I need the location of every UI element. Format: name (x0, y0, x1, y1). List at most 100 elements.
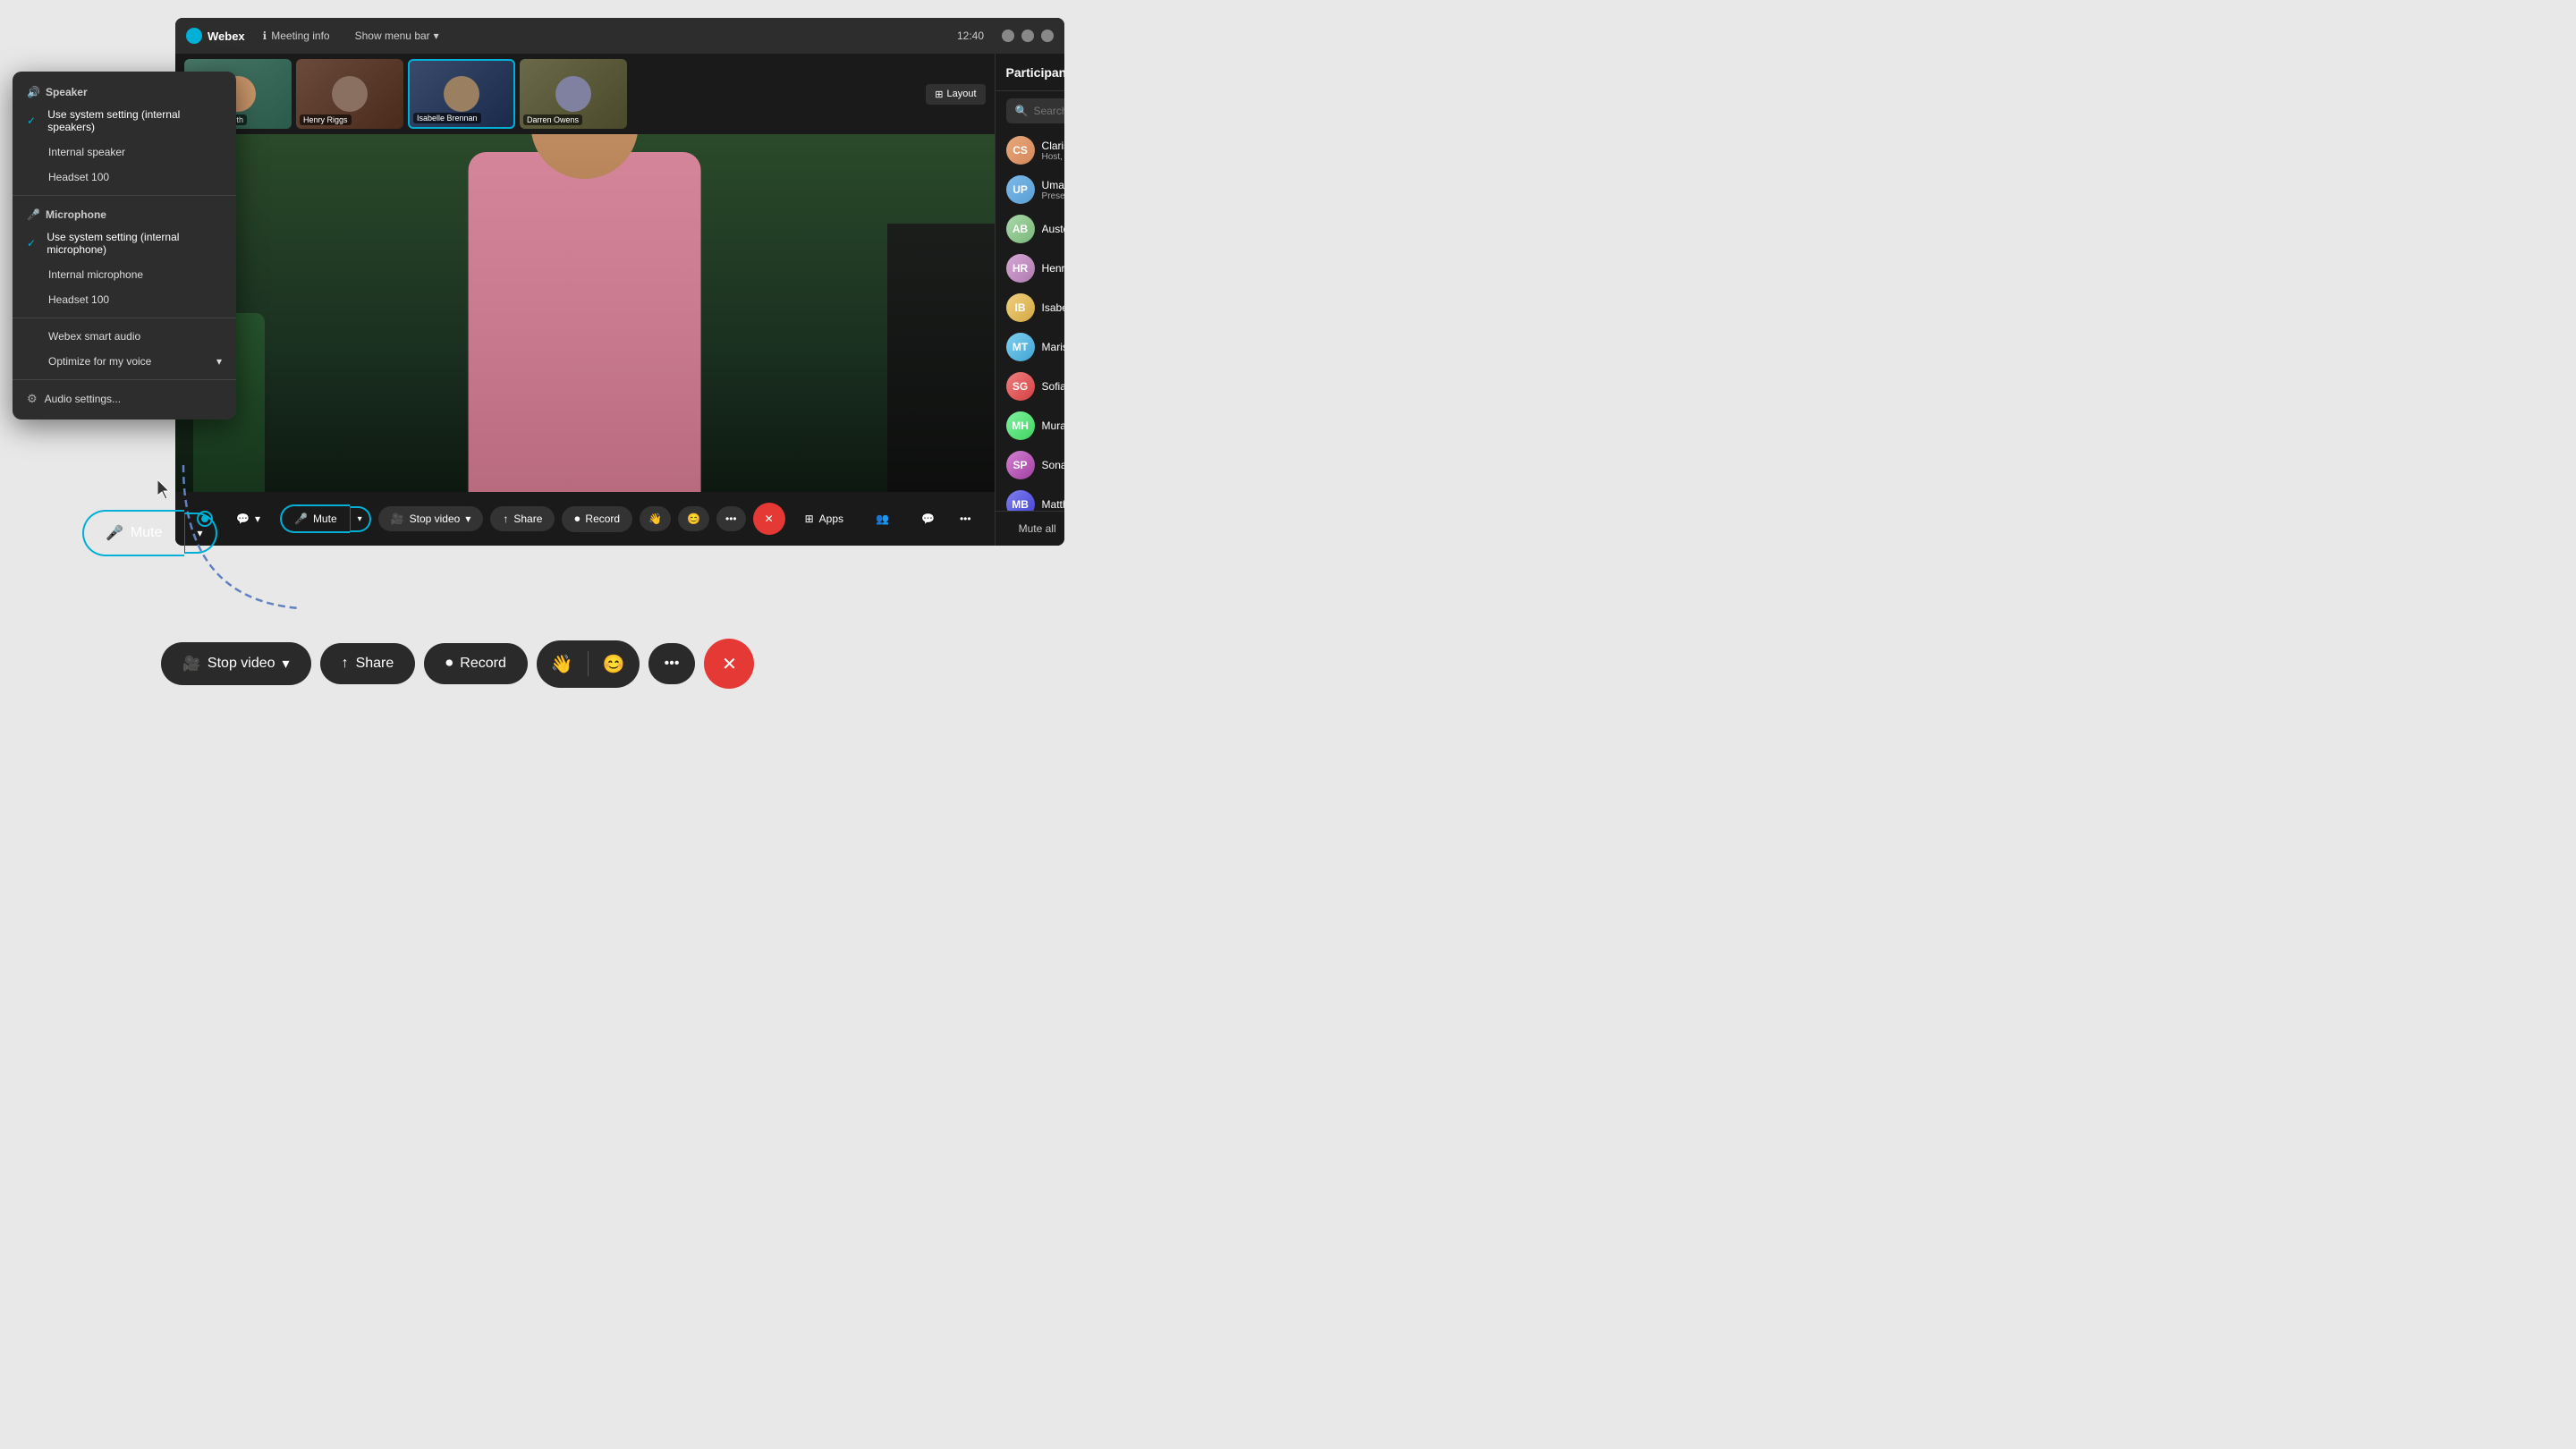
speaker-option-headset[interactable]: Headset 100 (13, 165, 236, 190)
meeting-info-button[interactable]: ℹ Meeting info (256, 26, 337, 46)
thumbnail-henry[interactable]: Henry Riggs (296, 59, 403, 129)
webex-title: Webex (208, 30, 245, 43)
big-mute-group: 🎤 Mute ▾ (82, 510, 217, 556)
participant-name-henry: Henry Riggs (1042, 262, 1064, 275)
webex-smart-audio-item[interactable]: Webex smart audio (13, 324, 236, 349)
participants-icon: 👥 (876, 513, 889, 525)
thumbnail-darren[interactable]: Darren Owens (520, 59, 627, 129)
participant-info-matthew: Matthew Baker (1042, 498, 1064, 511)
big-mic-icon: 🎤 (106, 524, 123, 542)
participant-avatar-austen: AB (1006, 215, 1035, 243)
mic-option-headset[interactable]: Headset 100 (13, 287, 236, 312)
dropdown-divider-3 (13, 379, 236, 380)
participant-name-marise: Marise Torres (1042, 341, 1064, 353)
chevron-right-icon: ▾ (216, 355, 222, 368)
participants-list: CS Clarissa Smith Host, me 📷 🎤 UP Umar P… (996, 131, 1064, 511)
thumbnail-label-darren: Darren Owens (523, 114, 582, 125)
chat-panel-button-small[interactable]: 💬 (909, 506, 947, 531)
dropdown-divider-1 (13, 195, 236, 196)
mute-button-expanded: 🎤 Mute ▾ (82, 510, 217, 556)
big-mute-arrow[interactable]: ▾ (184, 513, 217, 554)
stop-video-button-small[interactable]: 🎥 Stop video ▾ (378, 506, 484, 531)
participant-info-clarissa: Clarissa Smith Host, me (1042, 140, 1064, 162)
participant-name-sonali: Sonali Pitchard (1042, 459, 1064, 471)
panel-title: Participants (10) (1006, 65, 1064, 80)
participant-avatar-henry: HR (1006, 254, 1035, 283)
big-share-label: Share (356, 656, 394, 672)
mic-icon: 🎤 (294, 513, 308, 525)
layout-button[interactable]: ⊞ Layout (926, 84, 985, 105)
mute-label-small: Mute (313, 513, 337, 525)
emoji-icon: 😊 (687, 513, 700, 525)
participant-info-henry: Henry Riggs (1042, 262, 1064, 275)
audio-settings-item[interactable]: ⚙ Audio settings... (13, 386, 236, 412)
big-record-button[interactable]: ⏺ Record (424, 643, 528, 684)
participant-item: MB Matthew Baker 📷 🎤 (1003, 485, 1064, 511)
video-icon: 🎥 (391, 513, 404, 525)
apps-icon: ⊞ (805, 513, 814, 525)
toolbar-right: ⊞ Apps 👥 💬 ••• (792, 506, 977, 531)
search-input[interactable] (1034, 105, 1065, 117)
window-controls (1002, 30, 1054, 42)
minimize-button[interactable] (1002, 30, 1014, 42)
webex-window: Webex ℹ Meeting info Show menu bar ▾ 12:… (175, 18, 1064, 546)
reactions-button-small[interactable]: 👋 (640, 506, 671, 531)
participants-toggle-small[interactable]: 👥 (863, 506, 902, 531)
share-button-small[interactable]: ↑ Share (490, 506, 555, 531)
more-icon: ••• (725, 513, 737, 525)
info-icon: ℹ (263, 30, 267, 42)
microphone-section-label: 🎤 Microphone (13, 201, 236, 225)
mic-option-internal[interactable]: Internal microphone (13, 262, 236, 287)
mute-all-button[interactable]: Mute all (1006, 519, 1064, 538)
participant-info-austen: Austen Baker (1042, 223, 1064, 235)
more-panel-button-small[interactable]: ••• (954, 506, 977, 531)
time-display: 12:40 (957, 30, 984, 42)
thumbnail-label-isabelle: Isabelle Brennan (413, 113, 481, 123)
more-button-small[interactable]: ••• (716, 506, 746, 531)
participant-info-isabella: Isabella Brennan (1042, 301, 1064, 314)
big-reactions-button[interactable]: 👋 (537, 640, 588, 688)
big-emoji-button[interactable]: 😊 (589, 640, 640, 688)
big-record-label: Record (460, 656, 506, 672)
apps-button-small[interactable]: ⊞ Apps (792, 506, 856, 531)
show-menu-bar-label: Show menu bar (355, 30, 430, 42)
participants-panel: Participants (10) ⬡ ✕ 🔍 ⇅ CS (995, 54, 1064, 546)
chat-chevron: ▾ (255, 513, 260, 525)
mic-option-system[interactable]: ✓ Use system setting (internal microphon… (13, 225, 236, 262)
check-icon: ✓ (27, 114, 40, 127)
show-menu-bar-button[interactable]: Show menu bar ▾ (348, 26, 446, 46)
record-icon: ⏺ (574, 513, 580, 526)
close-button[interactable] (1041, 30, 1054, 42)
participant-avatar-clarissa: CS (1006, 136, 1035, 165)
participant-avatar-sofia: SG (1006, 372, 1035, 401)
participant-avatar-murad: MH (1006, 411, 1035, 440)
big-mute-button[interactable]: 🎤 Mute (82, 510, 184, 556)
speaker-option-internal[interactable]: Internal speaker (13, 140, 236, 165)
big-stop-video-button[interactable]: 🎥 Stop video ▾ (161, 642, 311, 685)
stop-video-arrow: ▾ (465, 513, 470, 525)
participant-item: MH Murad Higgins 📷 🎤 (1003, 406, 1064, 445)
thumbnail-isabelle[interactable]: Isabelle Brennan (408, 59, 515, 129)
chevron-icon: ▾ (434, 30, 439, 42)
meeting-info-label: Meeting info (271, 30, 329, 42)
maximize-button[interactable] (1021, 30, 1034, 42)
optimize-voice-item[interactable]: Optimize for my voice ▾ (13, 349, 236, 374)
big-more-button[interactable]: ••• (648, 643, 696, 684)
big-share-icon: ↑ (342, 656, 349, 672)
mute-arrow-small[interactable]: ▾ (350, 506, 371, 532)
end-call-button-small[interactable]: ✕ (753, 503, 785, 535)
emoji-button-small[interactable]: 😊 (678, 506, 709, 531)
big-record-icon: ⏺ (445, 656, 453, 672)
title-bar: Webex ℹ Meeting info Show menu bar ▾ 12:… (175, 18, 1064, 54)
big-end-call-button[interactable]: ✕ (704, 639, 754, 689)
bottom-toolbar-small: 💬 ▾ 🎤 Mute ▾ 🎥 Stop video ▾ (175, 492, 995, 546)
participant-item: HR Henry Riggs 🔇 📷 🎤 (1003, 249, 1064, 288)
chat-button-small[interactable]: 💬 ▾ (224, 506, 273, 531)
mute-button-small[interactable]: 🎤 Mute (280, 504, 350, 533)
speaker-option-system[interactable]: ✓ Use system setting (internal speakers) (13, 102, 236, 140)
big-share-button[interactable]: ↑ Share (320, 643, 416, 684)
participant-info-murad: Murad Higgins (1042, 419, 1064, 432)
record-button-small[interactable]: ⏺ Record (562, 506, 632, 532)
big-end-call-icon: ✕ (722, 653, 737, 675)
participant-info-sofia: Sofia Gomez (1042, 380, 1064, 393)
